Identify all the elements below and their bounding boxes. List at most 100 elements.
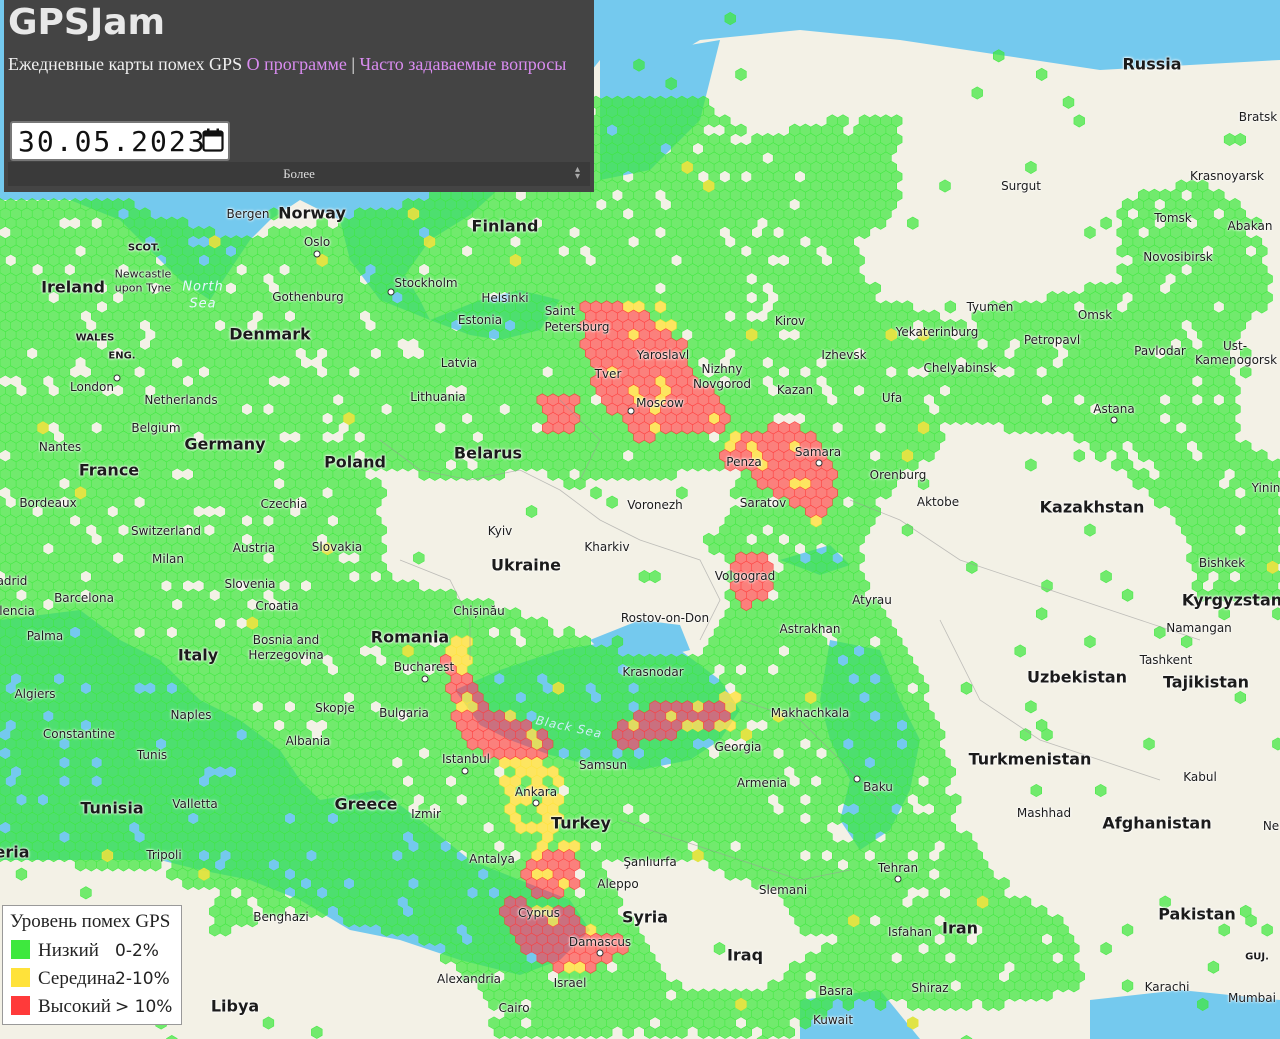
label-ukraine: Ukraine bbox=[490, 555, 562, 575]
label-lithuania: Lithuania bbox=[410, 390, 466, 404]
label-iraq: Iraq bbox=[726, 945, 764, 965]
label-kuwait: Kuwait bbox=[812, 1013, 854, 1027]
label-ireland: Ireland bbox=[41, 277, 105, 297]
label-armenia: Armenia bbox=[736, 776, 788, 790]
about-link[interactable]: О программе bbox=[247, 54, 347, 74]
legend-item-high: Высокий > 10% bbox=[11, 996, 172, 1018]
legend-swatch-high bbox=[11, 996, 30, 1015]
city-dot bbox=[387, 288, 395, 296]
label-astana: Astana bbox=[1093, 402, 1135, 416]
label-yekaterinburg: Yekaterinburg bbox=[895, 325, 979, 339]
label-nantes: Nantes bbox=[38, 440, 82, 454]
label-yaroslavl: Yaroslavl bbox=[636, 348, 690, 362]
label-cairo: Cairo bbox=[498, 1001, 530, 1015]
label-bordeaux: Bordeaux bbox=[19, 496, 77, 510]
legend-swatch-low bbox=[11, 940, 30, 959]
label-belarus: Belarus bbox=[453, 443, 523, 463]
legend-item-low: Низкий 0-2% bbox=[11, 940, 159, 962]
label-russia: Russia bbox=[1122, 54, 1182, 74]
label-krasnodar: Krasnodar bbox=[622, 665, 684, 679]
label-bratsk: Bratsk bbox=[1238, 110, 1278, 124]
label-netherlands: Netherlands bbox=[144, 393, 218, 407]
label-gothenburg: Gothenburg bbox=[272, 290, 344, 304]
calendar-icon[interactable] bbox=[202, 128, 224, 152]
app-title: GPSJam bbox=[8, 2, 166, 43]
label-chisinau: Chișinău bbox=[453, 604, 505, 618]
more-dropdown[interactable]: Более ▴ ▾ bbox=[8, 162, 590, 186]
label-novosibirsk: Novosibirsk bbox=[1143, 250, 1213, 264]
label-skopje: Skopje bbox=[315, 701, 355, 715]
label-mumbai: Mumbai bbox=[1228, 991, 1276, 1005]
label-turkmenistan: Turkmenistan bbox=[968, 749, 1092, 769]
label-kyiv: Kyiv bbox=[487, 524, 513, 538]
label-scotland: SCOT. bbox=[127, 242, 161, 254]
label-novgorod: Novgorod bbox=[692, 377, 752, 391]
label-algeria-clip: eria bbox=[0, 842, 30, 862]
label-bucharest: Bucharest bbox=[393, 660, 455, 674]
label-alexandria: Alexandria bbox=[436, 972, 502, 986]
city-dot bbox=[627, 407, 635, 415]
label-tyumen: Tyumen bbox=[966, 300, 1014, 314]
label-algiers: Algiers bbox=[14, 687, 56, 701]
faq-link[interactable]: Часто задаваемые вопросы bbox=[359, 54, 566, 74]
label-bosnia: Bosnia and bbox=[252, 633, 320, 647]
label-nizhny: Nizhny bbox=[701, 362, 743, 376]
label-valletta: Valletta bbox=[172, 797, 218, 811]
label-germany: Germany bbox=[184, 434, 266, 454]
label-tunisia: Tunisia bbox=[80, 798, 144, 818]
label-slovakia: Slovakia bbox=[311, 540, 363, 554]
label-chelyabinsk: Chelyabinsk bbox=[923, 361, 997, 375]
label-cyprus: Cyprus bbox=[518, 906, 560, 920]
label-abakan: Abakan bbox=[1227, 219, 1273, 233]
label-tajikistan: Tajikistan bbox=[1162, 672, 1250, 692]
label-denmark: Denmark bbox=[229, 324, 311, 344]
label-orenburg: Orenburg bbox=[869, 468, 927, 482]
label-baku: Baku bbox=[863, 780, 893, 794]
label-tehran: Tehran bbox=[877, 861, 919, 875]
label-yining-clip: Yinin bbox=[1251, 481, 1280, 495]
label-madrid-clip: adrid bbox=[0, 574, 28, 588]
label-karachi: Karachi bbox=[1144, 980, 1190, 994]
legend-range-medium: 2-10% bbox=[115, 969, 170, 989]
label-rostov: Rostov-on-Don bbox=[620, 611, 710, 625]
label-valencia-clip: lencia bbox=[0, 604, 35, 618]
city-dot bbox=[596, 949, 604, 957]
label-izhevsk: Izhevsk bbox=[821, 348, 867, 362]
city-dot bbox=[894, 875, 902, 883]
date-input[interactable]: 30.05.2023 bbox=[10, 121, 230, 161]
label-latvia: Latvia bbox=[440, 356, 478, 370]
label-romania: Romania bbox=[370, 627, 450, 647]
label-czechia: Czechia bbox=[260, 497, 308, 511]
label-slovenia: Slovenia bbox=[224, 577, 276, 591]
label-turkey: Turkey bbox=[551, 813, 611, 833]
label-voronezh: Voronezh bbox=[627, 498, 683, 512]
label-kabul: Kabul bbox=[1183, 770, 1217, 784]
label-penza: Penza bbox=[726, 455, 762, 469]
legend-label-low: Низкий bbox=[38, 940, 99, 961]
label-palma: Palma bbox=[26, 629, 64, 643]
label-greece: Greece bbox=[334, 794, 398, 814]
label-namangan: Namangan bbox=[1166, 621, 1232, 635]
label-saint: Saint bbox=[544, 304, 576, 318]
label-austria: Austria bbox=[232, 541, 276, 555]
label-israel: Israel bbox=[553, 976, 587, 990]
legend-swatch-medium bbox=[11, 968, 30, 987]
legend-item-medium: Середина 2-10% bbox=[11, 968, 170, 990]
label-astrakhan: Astrakhan bbox=[779, 622, 841, 636]
label-helsinki: Helsinki bbox=[481, 291, 529, 305]
city-dot bbox=[461, 767, 469, 775]
label-estonia: Estonia bbox=[457, 313, 503, 327]
label-syria: Syria bbox=[621, 907, 669, 927]
label-north-sea-1: North bbox=[182, 279, 224, 295]
city-dot bbox=[421, 675, 429, 683]
label-sanliurfa: Şanlıurfa bbox=[623, 855, 677, 869]
label-upon-tyne: upon Tyne bbox=[114, 281, 172, 295]
legend-range-high: > 10% bbox=[115, 997, 173, 1017]
label-gujarat-clip: GUJ. bbox=[1245, 951, 1269, 963]
label-bishkek: Bishkek bbox=[1198, 556, 1246, 570]
label-pavlodar: Pavlodar bbox=[1134, 344, 1186, 358]
label-atyrau: Atyrau bbox=[852, 593, 892, 607]
label-tver: Tver bbox=[594, 367, 622, 381]
label-moscow: Moscow bbox=[636, 396, 684, 410]
label-tomsk: Tomsk bbox=[1154, 211, 1192, 225]
